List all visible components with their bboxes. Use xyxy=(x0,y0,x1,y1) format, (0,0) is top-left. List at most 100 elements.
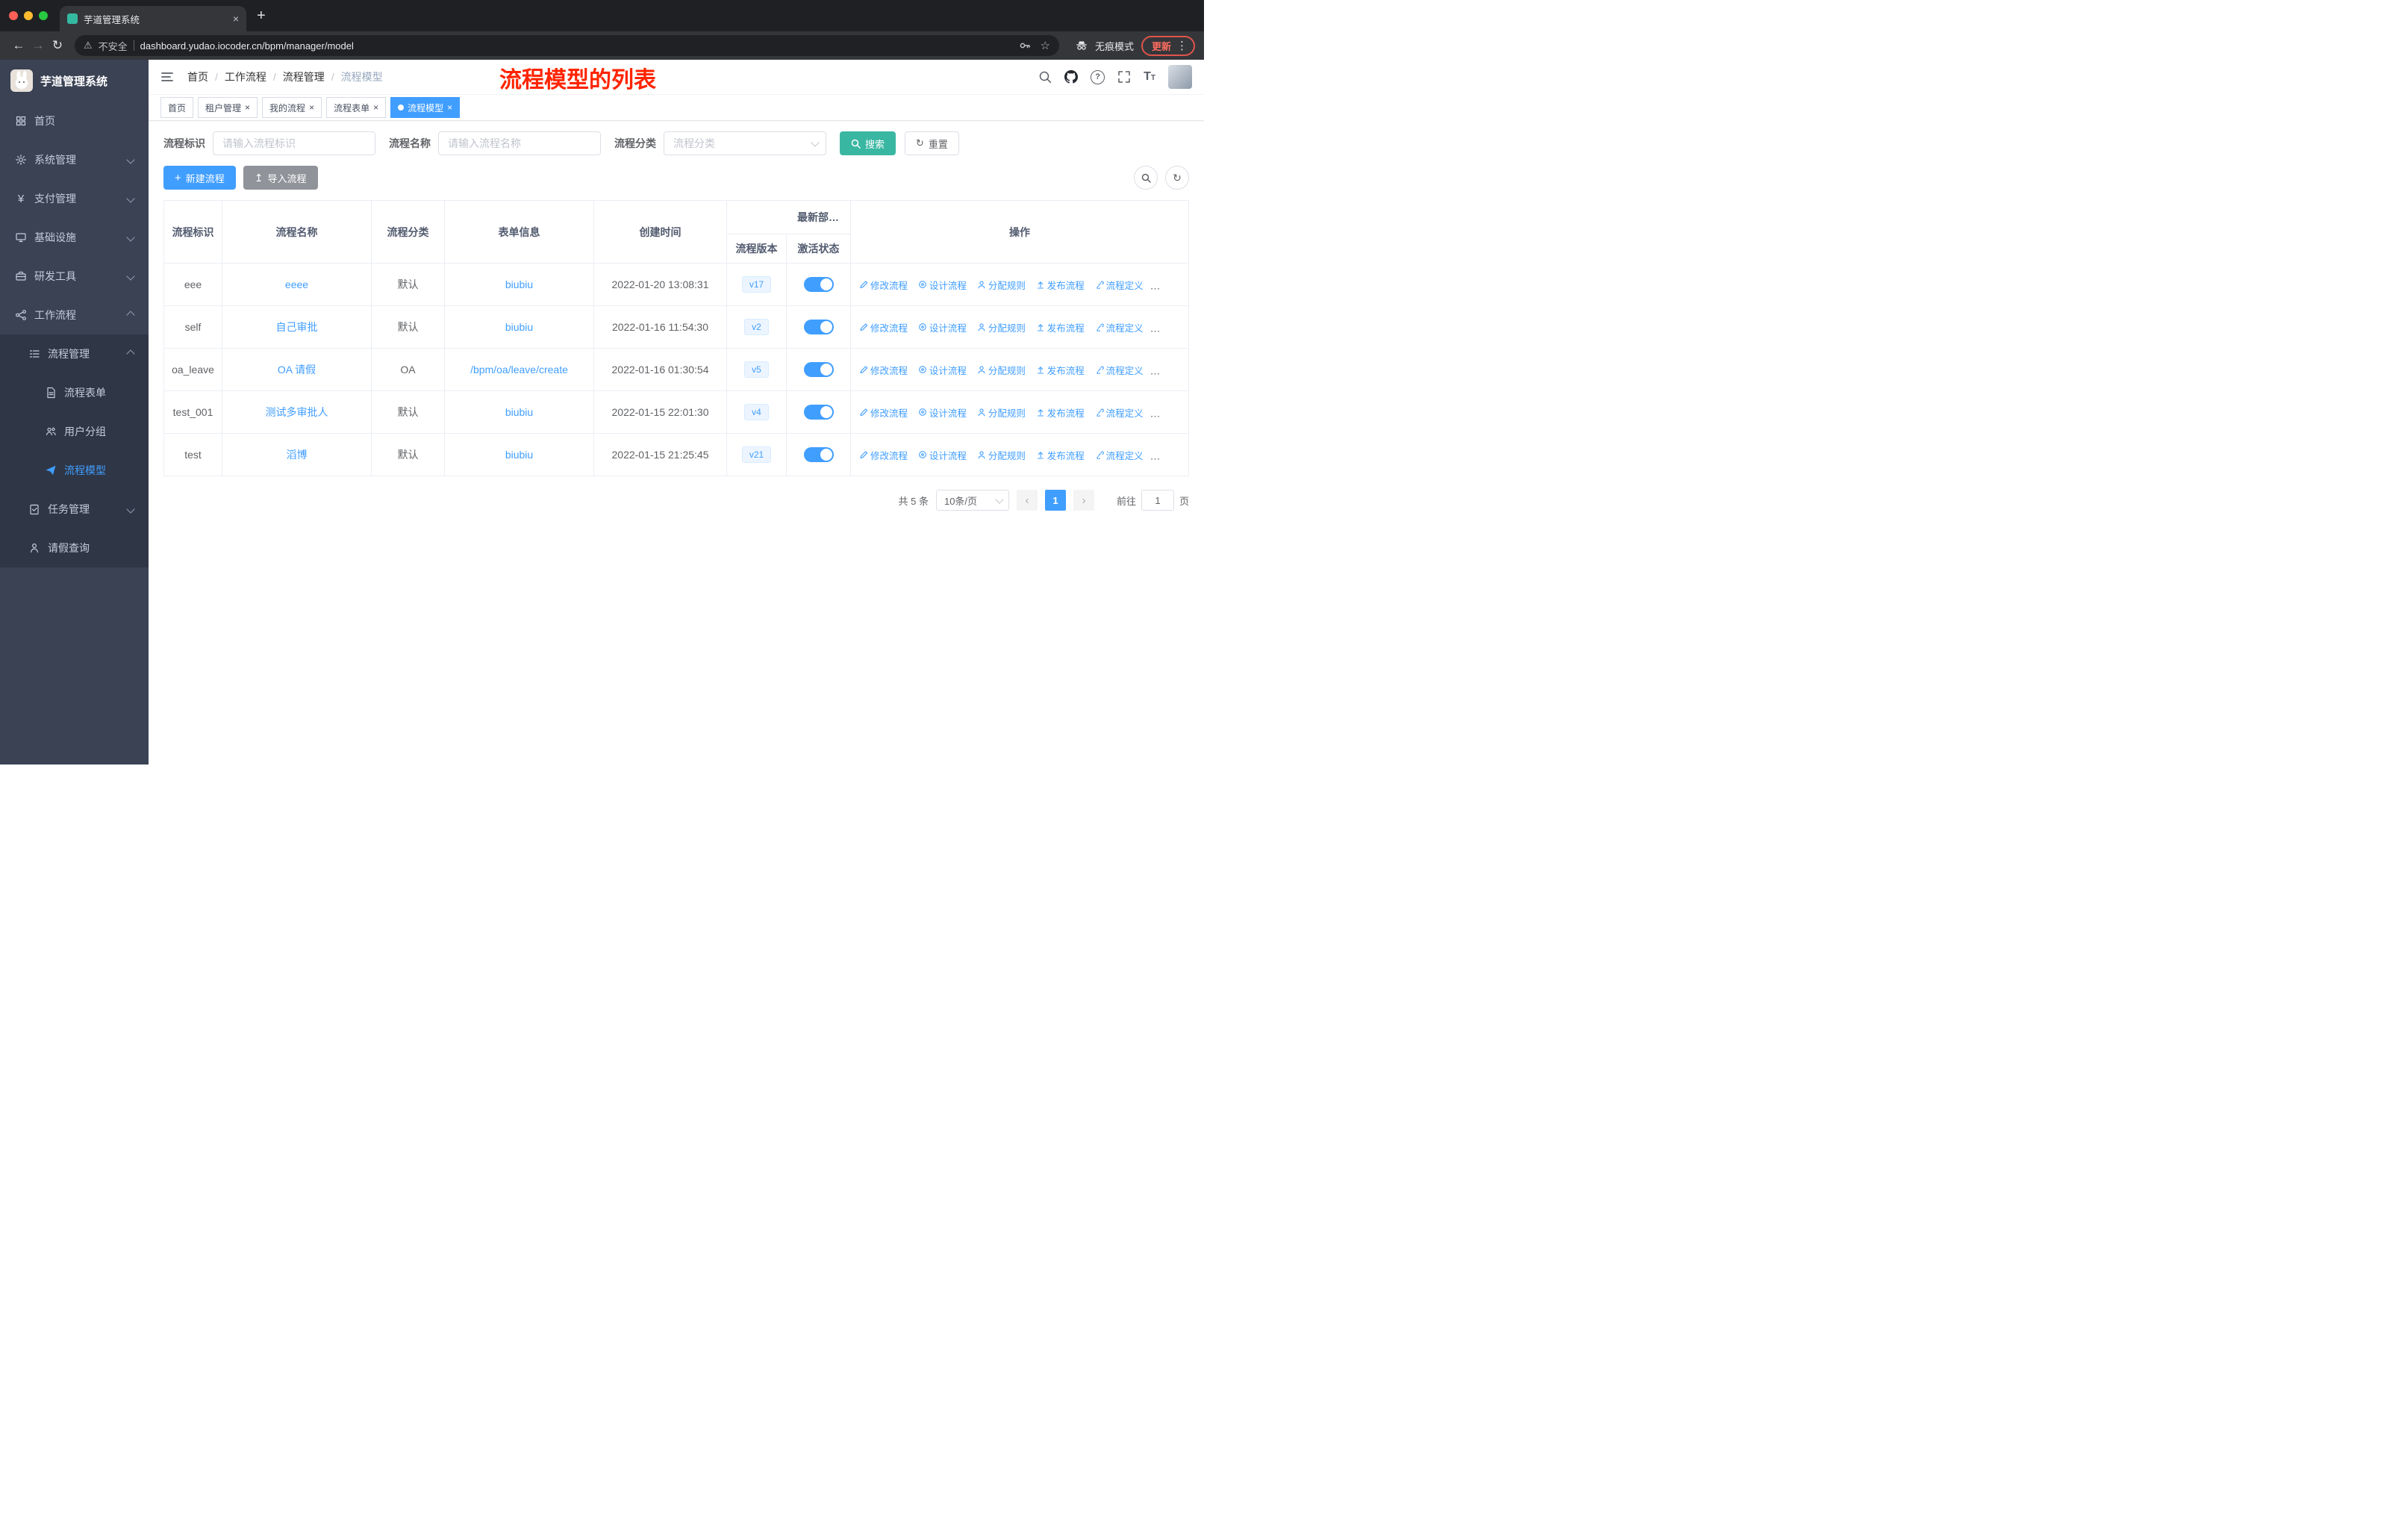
sidebar-item-leave-query[interactable]: 请假查询 xyxy=(0,529,149,567)
delete-link[interactable]: 删除 xyxy=(1154,363,1184,377)
process-name-link[interactable]: 测试多审批人 xyxy=(266,406,328,418)
zoom-window-button[interactable] xyxy=(39,11,48,20)
modify-flow-link[interactable]: 修改流程 xyxy=(859,278,908,292)
github-icon[interactable] xyxy=(1064,70,1079,84)
assign-rule-link[interactable]: 分配规则 xyxy=(977,320,1026,334)
password-key-icon[interactable] xyxy=(1018,39,1032,52)
assign-rule-link[interactable]: 分配规则 xyxy=(977,405,1026,420)
active-toggle[interactable] xyxy=(803,447,834,462)
sidebar-item-process-management[interactable]: 流程管理 xyxy=(0,334,149,373)
sidebar-item-payment[interactable]: ¥ 支付管理 xyxy=(0,179,149,218)
design-flow-link[interactable]: 设计流程 xyxy=(918,405,967,420)
user-avatar[interactable] xyxy=(1168,65,1192,89)
publish-flow-link[interactable]: 发布流程 xyxy=(1036,363,1085,377)
design-flow-link[interactable]: 设计流程 xyxy=(918,278,967,292)
sidebar-item-process-form[interactable]: 流程表单 xyxy=(0,373,149,412)
browser-update-chip[interactable]: 更新 ⋮ xyxy=(1141,35,1195,56)
flow-definition-link[interactable]: 流程定义 xyxy=(1095,405,1144,420)
font-size-icon[interactable]: TT xyxy=(1144,71,1155,83)
browser-menu-icon[interactable]: ⋮ xyxy=(1176,39,1188,52)
sidebar-item-devtools[interactable]: 研发工具 xyxy=(0,257,149,296)
close-icon[interactable]: × xyxy=(373,103,378,112)
assign-rule-link[interactable]: 分配规则 xyxy=(977,448,1026,462)
sidebar-item-task-management[interactable]: 任务管理 xyxy=(0,490,149,529)
tag-process-model-active[interactable]: 流程模型 × xyxy=(390,97,461,118)
breadcrumb-item[interactable]: 首页 xyxy=(187,69,225,84)
sidebar-item-workflow[interactable]: 工作流程 xyxy=(0,296,149,334)
sidebar-item-process-model[interactable]: 流程模型 xyxy=(0,451,149,490)
sidebar-logo[interactable]: 芋道管理系统 xyxy=(0,60,149,102)
close-icon[interactable]: × xyxy=(309,103,314,112)
bookmark-star-icon[interactable]: ☆ xyxy=(1041,39,1050,52)
publish-flow-link[interactable]: 发布流程 xyxy=(1036,278,1085,292)
delete-link[interactable]: 删除 xyxy=(1154,405,1184,420)
process-key-input[interactable] xyxy=(213,131,375,155)
assign-rule-link[interactable]: 分配规则 xyxy=(977,363,1026,377)
delete-link[interactable]: 删除 xyxy=(1154,278,1184,292)
close-icon[interactable]: × xyxy=(447,103,452,112)
active-toggle[interactable] xyxy=(803,320,834,334)
next-page-button[interactable]: › xyxy=(1073,490,1094,511)
goto-page-input[interactable] xyxy=(1141,490,1174,511)
fullscreen-icon[interactable] xyxy=(1117,70,1131,84)
active-toggle[interactable] xyxy=(803,277,834,292)
process-name-input[interactable] xyxy=(438,131,601,155)
form-info-link[interactable]: biubiu xyxy=(505,406,533,418)
publish-flow-link[interactable]: 发布流程 xyxy=(1036,320,1085,334)
flow-definition-link[interactable]: 流程定义 xyxy=(1095,363,1144,377)
form-info-link[interactable]: /bpm/oa/leave/create xyxy=(470,364,568,376)
url-text[interactable]: dashboard.yudao.iocoder.cn/bpm/manager/m… xyxy=(140,40,354,52)
sidebar-item-infra[interactable]: 基础设施 xyxy=(0,218,149,257)
help-icon[interactable]: ? xyxy=(1091,69,1105,84)
publish-flow-link[interactable]: 发布流程 xyxy=(1036,448,1085,462)
reset-button[interactable]: ↻ 重置 xyxy=(905,131,959,155)
modify-flow-link[interactable]: 修改流程 xyxy=(859,320,908,334)
hamburger-icon[interactable] xyxy=(160,70,174,84)
tab-close-icon[interactable]: × xyxy=(233,13,239,24)
toggle-search-button[interactable] xyxy=(1134,166,1158,190)
form-info-link[interactable]: biubiu xyxy=(505,449,533,461)
delete-link[interactable]: 删除 xyxy=(1154,448,1184,462)
flow-definition-link[interactable]: 流程定义 xyxy=(1095,448,1144,462)
design-flow-link[interactable]: 设计流程 xyxy=(918,448,967,462)
assign-rule-link[interactable]: 分配规则 xyxy=(977,278,1026,292)
form-info-link[interactable]: biubiu xyxy=(505,278,533,290)
page-size-select[interactable]: 10条/页 xyxy=(935,490,1009,511)
design-flow-link[interactable]: 设计流程 xyxy=(918,320,967,334)
tag-home[interactable]: 首页 xyxy=(160,97,194,118)
forward-button[interactable]: → xyxy=(28,38,48,53)
modify-flow-link[interactable]: 修改流程 xyxy=(859,405,908,420)
search-button[interactable]: 搜索 xyxy=(840,131,896,155)
flow-definition-link[interactable]: 流程定义 xyxy=(1095,278,1144,292)
prev-page-button[interactable]: ‹ xyxy=(1016,490,1038,511)
sidebar-item-user-group[interactable]: 用户分组 xyxy=(0,412,149,451)
modify-flow-link[interactable]: 修改流程 xyxy=(859,363,908,377)
address-bar[interactable]: ⚠ 不安全 dashboard.yudao.iocoder.cn/bpm/man… xyxy=(75,35,1059,56)
breadcrumb-item[interactable]: 工作流程 xyxy=(225,69,283,84)
sidebar-item-home[interactable]: 首页 xyxy=(0,102,149,140)
back-button[interactable]: ← xyxy=(9,38,28,53)
tag-process-form[interactable]: 流程表单 × xyxy=(326,97,387,118)
process-name-link[interactable]: 自己审批 xyxy=(276,321,318,333)
publish-flow-link[interactable]: 发布流程 xyxy=(1036,405,1085,420)
breadcrumb-item[interactable]: 流程管理 xyxy=(283,69,341,84)
refresh-table-button[interactable]: ↻ xyxy=(1165,166,1189,190)
modify-flow-link[interactable]: 修改流程 xyxy=(859,448,908,462)
process-name-link[interactable]: 滔博 xyxy=(287,449,308,461)
new-tab-button[interactable]: + xyxy=(257,7,266,25)
category-select[interactable]: 流程分类 xyxy=(664,131,826,155)
design-flow-link[interactable]: 设计流程 xyxy=(918,363,967,377)
minimize-window-button[interactable] xyxy=(24,11,33,20)
create-process-button[interactable]: + 新建流程 xyxy=(163,166,236,190)
security-label[interactable]: 不安全 xyxy=(99,39,128,53)
browser-tab[interactable]: 芋道管理系统 × xyxy=(60,6,246,31)
process-name-link[interactable]: eeee xyxy=(285,278,308,290)
page-number-1[interactable]: 1 xyxy=(1044,490,1066,511)
import-process-button[interactable]: ↥ 导入流程 xyxy=(243,166,318,190)
active-toggle[interactable] xyxy=(803,405,834,420)
close-window-button[interactable] xyxy=(9,11,18,20)
delete-link[interactable]: 删除 xyxy=(1154,320,1184,334)
tag-my-process[interactable]: 我的流程 × xyxy=(262,97,322,118)
tag-tenant-management[interactable]: 租户管理 × xyxy=(198,97,258,118)
active-toggle[interactable] xyxy=(803,362,834,377)
